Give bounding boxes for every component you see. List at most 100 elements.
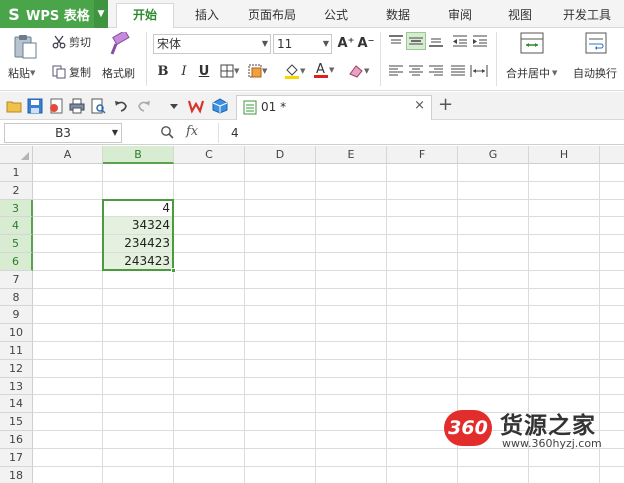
tab-formulas[interactable]: 公式 — [312, 0, 360, 28]
paint-bucket-icon — [285, 64, 299, 79]
shrink-font-button[interactable]: A⁻ — [357, 34, 375, 54]
column-header-a[interactable]: A — [33, 146, 103, 164]
name-box-value: B3 — [55, 126, 71, 140]
decrease-indent-button[interactable] — [452, 34, 468, 48]
customize-toolbar-icon[interactable] — [166, 98, 182, 114]
bold-button[interactable]: B — [154, 62, 172, 82]
chevron-down-icon: ▼ — [364, 67, 370, 75]
paste-label-button[interactable]: 粘贴 ▼ — [8, 65, 35, 81]
copy-button[interactable]: 复制 — [52, 64, 91, 80]
row-header-10[interactable]: 10 — [0, 324, 33, 342]
font-name-select[interactable]: 宋体 ▼ — [153, 34, 271, 54]
grow-font-button[interactable]: A⁺ — [337, 34, 355, 54]
tab-insert[interactable]: 插入 — [182, 0, 232, 28]
wrap-text-button[interactable]: 自动换行 — [573, 65, 617, 81]
insert-function-button[interactable]: fx — [186, 124, 198, 139]
column-header-g[interactable]: G — [458, 146, 529, 164]
paste-button[interactable] — [10, 32, 44, 62]
tab-data[interactable]: 数据 — [374, 0, 422, 28]
font-color-button[interactable]: A ▼ — [313, 61, 334, 79]
align-top-icon — [389, 35, 403, 44]
formula-input[interactable]: 4 — [218, 123, 618, 143]
row-header-11[interactable]: 11 — [0, 342, 33, 360]
row-header-7[interactable]: 7 — [0, 270, 33, 289]
column-header-e[interactable]: E — [316, 146, 387, 164]
redo-icon[interactable] — [136, 98, 152, 114]
paste-label: 粘贴 — [8, 67, 30, 80]
app-menu-dropdown-icon[interactable]: ▼ — [94, 0, 108, 28]
row-header-12[interactable]: 12 — [0, 359, 33, 378]
new-tab-button[interactable]: + — [438, 94, 453, 115]
tab-home[interactable]: 开始 — [116, 3, 174, 29]
app-center-icon[interactable] — [212, 98, 228, 114]
fill-color-button[interactable]: ▼ — [284, 63, 305, 79]
row-header-17[interactable]: 17 — [0, 448, 33, 467]
print-icon[interactable] — [69, 98, 85, 114]
row-header-16[interactable]: 16 — [0, 431, 33, 449]
align-left-button[interactable] — [388, 64, 404, 78]
row-header-8[interactable]: 8 — [0, 288, 33, 307]
fill-handle[interactable] — [171, 267, 176, 273]
row-header-4[interactable]: 4 — [0, 217, 33, 236]
align-bottom-button[interactable] — [428, 34, 444, 48]
open-folder-icon[interactable] — [6, 98, 22, 114]
tab-review[interactable]: 审阅 — [436, 0, 484, 28]
undo-icon[interactable] — [113, 98, 129, 114]
save-icon[interactable] — [27, 98, 43, 114]
row-header-14[interactable]: 14 — [0, 395, 33, 414]
borders-button[interactable]: ▼ — [220, 64, 239, 78]
document-tab[interactable]: 01 * × — [236, 95, 432, 120]
wps-office-icon[interactable] — [188, 98, 204, 114]
underline-button[interactable]: U — [195, 62, 213, 82]
close-icon[interactable]: × — [414, 98, 425, 113]
align-right-button[interactable] — [428, 64, 444, 78]
italic-button[interactable]: I — [175, 62, 193, 82]
fill-pattern-button[interactable]: ▼ — [248, 64, 267, 78]
row-header-18[interactable]: 18 — [0, 466, 33, 483]
merge-center-icon-button[interactable] — [520, 32, 544, 54]
distributed-align-button[interactable] — [470, 64, 488, 78]
align-center-button[interactable] — [408, 64, 424, 78]
format-painter-icon-button[interactable] — [108, 32, 132, 58]
column-header-f[interactable]: F — [387, 146, 458, 164]
column-header-h[interactable]: H — [529, 146, 600, 164]
align-top-button[interactable] — [388, 34, 404, 48]
cut-button[interactable]: 剪切 — [52, 34, 91, 50]
column-header-b[interactable]: B — [103, 146, 174, 164]
tab-developer[interactable]: 开发工具 — [554, 0, 620, 28]
clear-format-button[interactable]: ▼ — [348, 63, 369, 79]
app-menu-button[interactable]: S WPS 表格 ▼ — [0, 0, 108, 28]
grid-hline — [33, 287, 624, 289]
svg-text:A: A — [316, 62, 325, 77]
select-all-corner[interactable] — [0, 146, 33, 164]
name-box[interactable]: B3 ▼ — [4, 123, 122, 143]
row-header-9[interactable]: 9 — [0, 306, 33, 325]
export-pdf-icon[interactable] — [48, 98, 64, 114]
font-size-select[interactable]: 11 ▼ — [273, 34, 332, 54]
font-size-value: 11 — [277, 37, 293, 51]
row-header-6[interactable]: 6 — [0, 253, 33, 271]
row-header-13[interactable]: 13 — [0, 377, 33, 396]
row-header-1[interactable]: 1 — [0, 164, 33, 182]
column-header-c[interactable]: C — [174, 146, 245, 164]
format-painter-button[interactable]: 格式刷 — [102, 65, 135, 81]
print-preview-icon[interactable] — [90, 98, 106, 114]
tab-page-layout[interactable]: 页面布局 — [240, 0, 304, 28]
row-header-2[interactable]: 2 — [0, 181, 33, 200]
document-name: 01 * — [261, 100, 287, 114]
cell-pattern-icon — [248, 64, 262, 78]
align-middle-icon — [409, 37, 423, 45]
selection-range[interactable] — [102, 198, 174, 271]
wrap-text-icon-button[interactable] — [585, 32, 607, 54]
zoom-formula-icon[interactable] — [160, 125, 174, 139]
merge-center-button[interactable]: 合并居中 ▼ — [506, 65, 557, 81]
row-header-5[interactable]: 5 — [0, 235, 33, 253]
align-middle-button[interactable] — [406, 32, 426, 50]
ribbon-divider — [146, 32, 147, 86]
row-header-3[interactable]: 3 — [0, 199, 33, 218]
row-header-15[interactable]: 15 — [0, 413, 33, 431]
increase-indent-button[interactable] — [472, 34, 488, 48]
tab-view[interactable]: 视图 — [496, 0, 544, 28]
justify-button[interactable] — [450, 64, 466, 78]
column-header-d[interactable]: D — [245, 146, 316, 164]
